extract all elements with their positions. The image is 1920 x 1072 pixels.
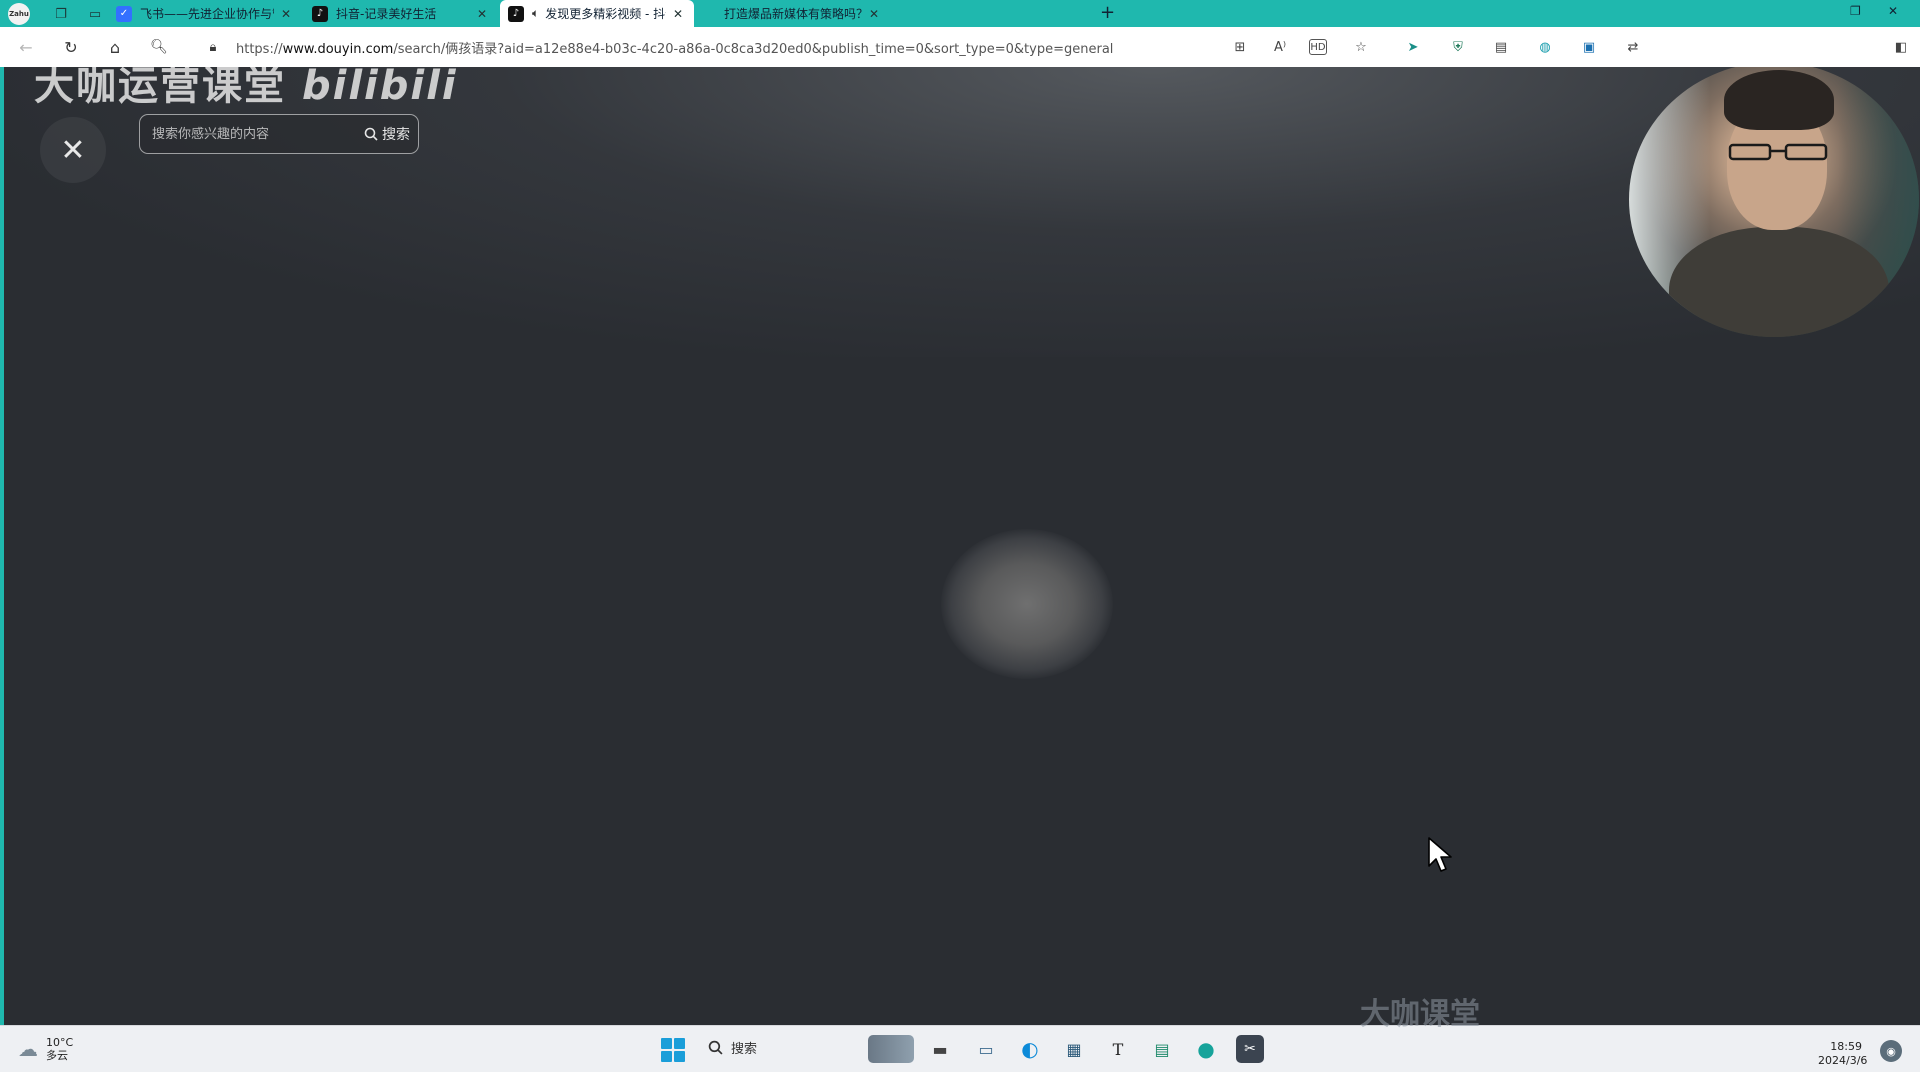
address-bar: ← ↻ ⌂ 🔍︎ 🔒︎ https://www.douyin.com/searc… [0, 27, 1920, 67]
tab-article[interactable]: 打造爆品新媒体有策略吗？新媒 ✕ [696, 0, 890, 27]
windows-logo-tile [661, 1038, 672, 1049]
watermark-bottom: 大咖课堂 [1360, 997, 1480, 1032]
sidebar-toggle-icon[interactable]: ◧ [1890, 36, 1912, 58]
tab-title: 抖音-记录美好生活 [336, 7, 437, 21]
url-host: www.douyin.com [282, 42, 394, 57]
close-icon[interactable]: ✕ [278, 7, 294, 21]
workspaces-icon[interactable]: ❐ [50, 3, 72, 25]
tab-feishu[interactable]: ✓ 飞书——先进企业协作与管理平 ✕ [108, 0, 302, 27]
back-icon[interactable]: ← [15, 36, 37, 58]
close-icon[interactable]: ✕ [670, 7, 686, 21]
read-aloud-icon[interactable]: A⁾ [1269, 36, 1291, 58]
url-path: /search/俩孩语录?aid=a12e88e4-b03c-4c20-a86a… [393, 42, 1114, 57]
bilibili-logo: bilibili [302, 67, 458, 109]
close-viewer-button[interactable]: ✕ [40, 117, 106, 183]
app-circle-icon[interactable]: ● [1192, 1035, 1220, 1063]
edge-browser-icon[interactable]: ◐ [1016, 1035, 1044, 1063]
restore-window-icon[interactable]: ❐ [1850, 4, 1861, 18]
url-scheme: https:// [236, 42, 283, 57]
chat-icon[interactable]: ▤ [1490, 36, 1512, 58]
webcam-glasses [1728, 143, 1828, 161]
tab-title: 打造爆品新媒体有策略吗？新媒 [724, 7, 862, 21]
widget-app-icon[interactable] [868, 1035, 914, 1063]
taskbar: ☁ 10°C 多云 搜索 ▬ ▭ ◐ ▦ T ▤ ● ✂ 18:59 2024/… [0, 1025, 1920, 1072]
hd-icon[interactable]: HD [1309, 39, 1327, 55]
extension-globe-icon[interactable]: ◍ [1534, 36, 1556, 58]
notification-icon[interactable]: ◉ [1880, 1040, 1902, 1062]
windows-logo-tile [674, 1051, 685, 1062]
close-icon[interactable]: ✕ [866, 7, 882, 21]
video-viewer: 大咖运营课堂 bilibili ✕ 搜索 [4, 67, 1920, 1025]
snipping-tool-icon[interactable]: ✂ [1236, 1035, 1264, 1063]
douyin-icon: ♪ [508, 5, 524, 22]
taskbar-search[interactable]: 搜索 [708, 1038, 757, 1057]
feishu-icon: ✓ [116, 5, 132, 22]
search-input[interactable] [152, 124, 342, 144]
search-bar: 搜索 [139, 114, 419, 154]
watermark-logo: 大咖运营课堂 bilibili [34, 67, 458, 111]
extension-box-icon[interactable]: ▣ [1578, 36, 1600, 58]
close-window-icon[interactable]: ✕ [1888, 4, 1898, 18]
watermark-text: 大咖运营课堂 [34, 67, 286, 109]
app-available-icon[interactable]: ⊞ [1229, 36, 1251, 58]
clock-date: 2024/3/6 [1818, 1054, 1868, 1067]
profile-icon[interactable]: Zahu [8, 3, 30, 25]
windows-logo-tile [661, 1051, 672, 1062]
shield-icon[interactable]: ⛨ [1447, 36, 1469, 58]
speaker-icon[interactable]: 🔈︎ [532, 6, 539, 21]
file-explorer-icon[interactable]: ▬ [926, 1035, 954, 1063]
tab-actions-icon[interactable]: ▭ [84, 3, 106, 25]
weather-temp: 10°C [46, 1036, 74, 1049]
start-button[interactable] [661, 1038, 685, 1062]
cloud-icon: ☁ [18, 1037, 38, 1061]
tab-douyin-home[interactable]: ♪ 抖音-记录美好生活 ✕ [304, 0, 498, 27]
search-icon [708, 1040, 723, 1055]
tab-douyin-search[interactable]: ♪ 🔈︎ 发现更多精彩视频 - 抖音搜 ✕ [500, 0, 694, 27]
close-icon[interactable]: ✕ [474, 7, 490, 21]
webcam-person-body [1669, 227, 1889, 337]
tab-title: 飞书——先进企业协作与管理平 [140, 7, 274, 21]
taskbar-search-label: 搜索 [731, 1042, 758, 1057]
store-icon[interactable]: ▦ [1060, 1035, 1088, 1063]
extension-arrow-icon[interactable]: ➤ [1402, 36, 1424, 58]
windows-logo-tile [674, 1038, 685, 1049]
search-icon[interactable]: 🔍︎ [148, 36, 170, 58]
system-clock[interactable]: 18:59 2024/3/6 [1818, 1040, 1868, 1068]
screen-app-icon[interactable]: ▭ [972, 1035, 1000, 1063]
refresh-icon[interactable]: ↻ [60, 36, 82, 58]
new-tab-button[interactable]: + [1100, 2, 1115, 23]
tab-title: 发现更多精彩视频 - 抖音搜 [545, 7, 666, 21]
lock-icon[interactable]: 🔒︎ [202, 36, 224, 58]
webcam-overlay [1629, 67, 1919, 337]
webcam-person-hair [1724, 70, 1834, 130]
tab-strip: Zahu ❐ ▭ ✓ 飞书——先进企业协作与管理平 ✕ ♪ 抖音-记录美好生活 … [0, 0, 1920, 27]
notepad-icon[interactable]: ▤ [1148, 1035, 1176, 1063]
mouse-cursor-icon [1428, 837, 1452, 872]
weather-desc: 多云 [46, 1049, 68, 1062]
url-field[interactable]: https://www.douyin.com/search/俩孩语录?aid=a… [236, 38, 1113, 57]
typora-icon[interactable]: T [1104, 1035, 1132, 1063]
loading-spinner [941, 529, 1113, 679]
douyin-icon: ♪ [312, 5, 328, 22]
search-button[interactable]: 搜索 [364, 124, 410, 144]
search-button-label: 搜索 [382, 127, 410, 143]
weather-widget[interactable]: ☁ 10°C 多云 [18, 1036, 73, 1062]
search-icon [364, 127, 378, 141]
favorite-star-icon[interactable]: ☆ [1350, 36, 1372, 58]
extension-translate-icon[interactable]: ⇄ [1622, 36, 1644, 58]
clock-time: 18:59 [1830, 1040, 1862, 1053]
home-icon[interactable]: ⌂ [104, 36, 126, 58]
